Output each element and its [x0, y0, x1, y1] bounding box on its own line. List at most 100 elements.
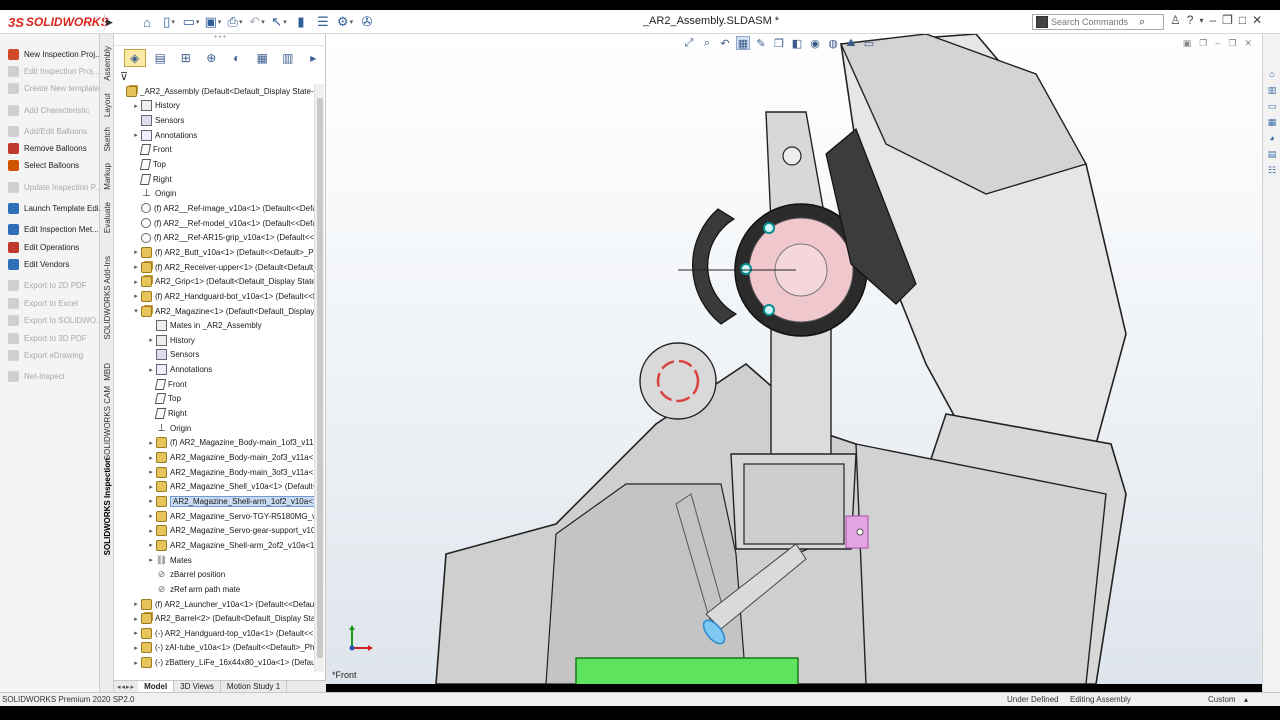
tree-node[interactable]: _AR2_Assembly (Default<Default_Display S… — [116, 84, 314, 99]
expand-toggle-icon[interactable]: ▸ — [131, 263, 141, 271]
section-view-icon[interactable]: ▦ — [736, 36, 750, 50]
tree-node[interactable]: ▸ (-) AR2_Handguard-top_v10a<1> (Default<… — [116, 626, 314, 641]
options-gear-icon[interactable]: ⚙ ▾ — [336, 13, 354, 31]
zoom-to-fit-icon[interactable]: ⤢ — [682, 36, 696, 50]
tree-node[interactable]: ▸ (f) AR2_Magazine_Body-main_1of3_v11a< — [116, 436, 314, 451]
vertical-tab[interactable]: Assembly — [100, 38, 114, 88]
command-item[interactable]: Edit Inspection Met... — [0, 221, 100, 237]
assembly-model-render[interactable] — [326, 34, 1262, 684]
tree-node[interactable]: ▸ AR2_Magazine_Servo-gear-support_v10a< — [116, 524, 314, 539]
viewport-tile-icon[interactable]: ▣ — [1183, 38, 1192, 49]
tree-node[interactable]: Top — [116, 392, 314, 407]
expand-toggle-icon[interactable]: ▸ — [131, 292, 141, 300]
command-item[interactable]: Update Inspection P... — [0, 179, 100, 195]
command-item[interactable]: Export to 2D PDF — [0, 277, 100, 293]
bottom-tab[interactable]: Model — [138, 680, 175, 693]
vertical-tab[interactable]: MBD — [100, 358, 114, 386]
zoom-to-area-icon[interactable]: ⌕ — [700, 36, 714, 50]
open-folder-icon[interactable]: ▭ ▾ — [182, 13, 200, 31]
tree-node[interactable]: ▸ History — [116, 333, 314, 348]
vertical-tab[interactable]: SOLIDWORKS Add-Ins — [100, 242, 114, 354]
expand-toggle-icon[interactable]: ▸ — [146, 497, 156, 505]
select-cursor-icon[interactable]: ↖ ▾ — [270, 13, 288, 31]
expand-toggle-icon[interactable]: ▸ — [146, 512, 156, 520]
tree-node[interactable]: Front — [116, 143, 314, 158]
user-account-icon[interactable]: ♙ — [1170, 13, 1181, 27]
tree-node[interactable]: ▸ AR2_Magazine_Body-main_2of3_v11a<1> — [116, 450, 314, 465]
tree-node[interactable]: ▸ Annotations — [116, 362, 314, 377]
tree-node[interactable]: ⊘ zBarrel position — [116, 567, 314, 582]
feature-tree-tab-icon[interactable]: ◈ — [124, 49, 146, 67]
expand-toggle-icon[interactable]: ▸ — [146, 366, 156, 374]
command-item[interactable]: Add Characteristic — [0, 102, 100, 118]
inspection-tab-icon[interactable]: ▥ — [277, 49, 299, 67]
solidworks-logo[interactable]: 3S SOLIDWORKS — [8, 13, 109, 31]
vertical-tab[interactable]: Layout — [100, 90, 114, 120]
command-item[interactable]: Edit Operations — [0, 239, 100, 255]
close-icon[interactable]: ✕ — [1252, 13, 1262, 27]
minimize-icon[interactable]: – — [1209, 13, 1216, 27]
tree-node[interactable]: Sensors — [116, 113, 314, 128]
search-commands-box[interactable]: ⌕ — [1032, 14, 1164, 30]
addin-icon[interactable]: ✇ — [358, 13, 376, 31]
command-item[interactable]: Add/Edit Balloons — [0, 123, 100, 139]
search-scope-icon[interactable] — [1036, 16, 1048, 28]
tree-node[interactable]: ▸ AR2_Magazine_Shell_v10a<1> (Default<< — [116, 480, 314, 495]
tree-node[interactable]: ▸ Annotations — [116, 128, 314, 143]
expand-toggle-icon[interactable]: ▸ — [131, 131, 141, 139]
tree-node[interactable]: ▸ AR2_Magazine_Shell-arm_1of2_v10a<1> (I — [116, 494, 314, 509]
tree-scrollbar[interactable] — [314, 84, 324, 672]
tree-node[interactable]: ▸ (f) AR2_Receiver-upper<1> (Default<Defa… — [116, 260, 314, 275]
search-input[interactable] — [1051, 17, 1139, 27]
tree-node[interactable]: ▸ AR2_Barrel<2> (Default<Default_Display … — [116, 611, 314, 626]
view-palette-icon[interactable]: ▦ — [1266, 116, 1278, 128]
command-item[interactable]: Export to Excel — [0, 295, 100, 311]
graphics-viewport[interactable]: ⤢ ⌕ ↶ ▦ ✎ ❒ ◧ ◉ ◍ ⛰ ▭ ▣ ❐ – ❐ ✕ *Front — [326, 34, 1262, 684]
tree-node[interactable]: (f) AR2__Ref-image_v10a<1> (Default<<Def… — [116, 201, 314, 216]
restore-icon[interactable]: ❐ — [1222, 13, 1233, 27]
configuration-tab-icon[interactable]: ⊞ — [175, 49, 197, 67]
command-item[interactable]: New Inspection Proj... — [0, 46, 100, 62]
tree-node[interactable]: ▸ AR2_Grip<1> (Default<Default_Display St… — [116, 274, 314, 289]
display-style-icon[interactable]: ◧ — [790, 36, 804, 50]
vertical-tab[interactable]: SOLIDWORKS Inspection — [100, 458, 114, 555]
expand-toggle-icon[interactable]: ▸ — [131, 615, 141, 623]
panel-grip[interactable]: • • • — [114, 34, 326, 46]
solidworks-resources-icon[interactable]: ⌂ — [1266, 68, 1278, 80]
expand-toggle-icon[interactable]: ▸ — [146, 336, 156, 344]
tree-node[interactable]: ▸ AR2_Magazine_Body-main_3of3_v11a<1> — [116, 465, 314, 480]
expand-toggle-icon[interactable]: ▸ — [146, 541, 156, 549]
units-selector[interactable]: Custom — [1208, 695, 1236, 704]
expand-toggle-icon[interactable]: ▸ — [131, 278, 141, 286]
help-dropdown-icon[interactable]: ▾ — [1199, 16, 1203, 25]
view-settings-icon[interactable]: ▭ — [862, 36, 876, 50]
command-item[interactable]: Net-Inspect — [0, 368, 100, 384]
tree-node[interactable]: Right — [116, 406, 314, 421]
vertical-tab[interactable]: Sketch — [100, 124, 114, 154]
tree-node[interactable]: ▸ (f) AR2_Handguard-bot_v10a<1> (Default<… — [116, 289, 314, 304]
expand-toggle-icon[interactable]: ▸ — [146, 439, 156, 447]
tree-node[interactable]: Top — [116, 157, 314, 172]
expand-toggle-icon[interactable]: ▸ — [131, 600, 141, 608]
property-manager-tab-icon[interactable]: ▤ — [150, 49, 172, 67]
tree-node[interactable]: ⊘ zRef arm path mate — [116, 582, 314, 597]
design-library-icon[interactable]: ▥ — [1266, 84, 1278, 96]
apply-scene-icon[interactable]: ⛰ — [844, 36, 858, 50]
tree-node[interactable]: ▸ (-) zAI-tube_v10a<1> (Default<<Default>… — [116, 641, 314, 656]
undo-icon[interactable]: ↶ ▾ — [248, 13, 266, 31]
expand-toggle-icon[interactable]: ▸ — [131, 659, 141, 667]
expand-toggle-icon[interactable]: ▸ — [146, 454, 156, 462]
expand-toggle-icon[interactable]: ▸ — [146, 556, 156, 564]
tree-node[interactable]: ⊥ Origin — [116, 421, 314, 436]
command-item[interactable]: Export eDrawing — [0, 347, 100, 363]
expand-toggle-icon[interactable]: ▾ — [131, 307, 141, 315]
expand-toggle-icon[interactable]: ▸ — [131, 248, 141, 256]
tree-node[interactable]: Mates in _AR2_Assembly — [116, 318, 314, 333]
vertical-tab[interactable]: SOLIDWORKS CAM — [100, 386, 114, 460]
appearances-icon[interactable]: ◕ — [1266, 132, 1278, 144]
tree-node[interactable]: Sensors — [116, 348, 314, 363]
save-icon[interactable]: ▣ ▾ — [204, 13, 222, 31]
viewport-restore-icon[interactable]: ❐ — [1199, 38, 1207, 49]
tree-node[interactable]: Front — [116, 377, 314, 392]
filter-icon[interactable]: ⊽ — [120, 70, 128, 83]
